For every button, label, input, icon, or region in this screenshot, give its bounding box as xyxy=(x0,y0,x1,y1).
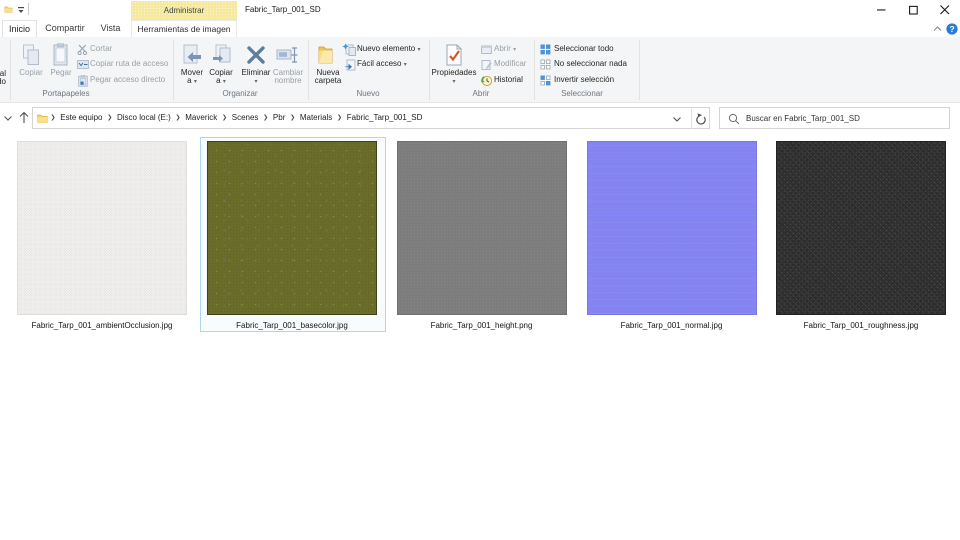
svg-text:?: ? xyxy=(949,24,954,34)
